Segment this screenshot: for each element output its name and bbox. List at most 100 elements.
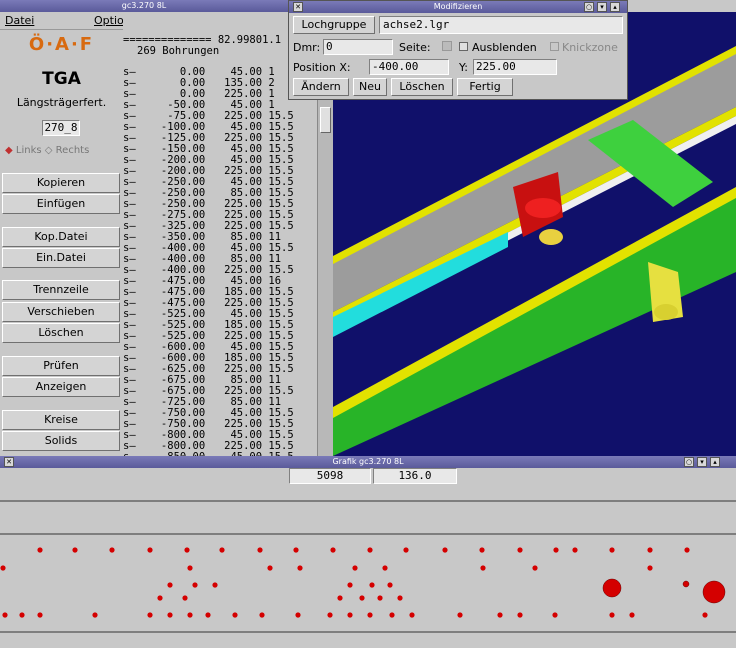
- hole-mark: [167, 612, 173, 618]
- radio-links-icon[interactable]: ◆: [5, 145, 13, 156]
- hole-mark: [187, 612, 193, 618]
- dialog-loeschen-button[interactable]: Löschen: [391, 78, 453, 96]
- hole-mark: [497, 612, 503, 618]
- hole-mark: [517, 612, 523, 618]
- bohrungen-list[interactable]: s— 0.00 45.00 1 s— 0.00 135.00 2 s— 0.00 2…: [123, 67, 294, 457]
- pruefen-button[interactable]: Prüfen: [2, 356, 120, 376]
- part-field[interactable]: 270_8: [42, 120, 80, 136]
- hole-mark: [295, 612, 301, 618]
- position-x-field[interactable]: -400.00: [369, 59, 449, 75]
- graph-maximize-icon[interactable]: ▴: [710, 457, 720, 467]
- large-hole-mark: [682, 580, 690, 588]
- graph-iconify-icon[interactable]: ○: [684, 457, 694, 467]
- hole-mark: [257, 547, 263, 553]
- ausblenden-label: Ausblenden: [472, 41, 537, 54]
- left-window-titlebar: gc3.270 8L: [0, 0, 288, 12]
- hole-mark: [702, 612, 708, 618]
- hole-plot[interactable]: [0, 486, 736, 646]
- loeschen-button[interactable]: Löschen: [2, 323, 120, 343]
- dialog-close-icon[interactable]: ✕: [293, 2, 303, 12]
- radio-rechts-icon[interactable]: ◇: [45, 145, 53, 156]
- hole-mark: [330, 547, 336, 553]
- hole-mark: [367, 547, 373, 553]
- kopieren-button[interactable]: Kopieren: [2, 173, 120, 193]
- hole-mark: [352, 565, 358, 571]
- kop-datei-button[interactable]: Kop.Datei: [2, 227, 120, 247]
- hole-mark: [377, 595, 383, 601]
- graph-menu-icon[interactable]: ▾: [697, 457, 707, 467]
- left-window-title: gc3.270 8L: [121, 1, 167, 10]
- radio-links-label[interactable]: Links: [16, 145, 42, 156]
- large-hole-mark: [602, 578, 622, 598]
- model-label: TGA: [42, 69, 81, 89]
- hole-mark: [92, 612, 98, 618]
- hole-mark: [382, 565, 388, 571]
- position-y-field[interactable]: 225.00: [473, 59, 557, 75]
- hole-mark: [337, 595, 343, 601]
- radio-rechts-label[interactable]: Rechts: [56, 145, 90, 156]
- hole-mark: [327, 612, 333, 618]
- ein-datei-button[interactable]: Ein.Datei: [2, 248, 120, 268]
- ausblenden-checkbox[interactable]: [459, 42, 468, 51]
- hole-mark: [212, 582, 218, 588]
- hole-mark: [479, 547, 485, 553]
- hole-mark: [0, 565, 6, 571]
- anzeigen-button[interactable]: Anzeigen: [2, 377, 120, 397]
- subtitle-label: Längsträgerfert.: [16, 96, 107, 109]
- hole-mark: [205, 612, 211, 618]
- hole-mark: [387, 582, 393, 588]
- hole-mark: [147, 612, 153, 618]
- graph-title: Grafik gc3.270 8L: [332, 457, 404, 466]
- hole-mark: [192, 582, 198, 588]
- hole-mark: [184, 547, 190, 553]
- hole-mark: [442, 547, 448, 553]
- hole-mark: [572, 547, 578, 553]
- hole-mark: [553, 547, 559, 553]
- hole-mark: [367, 612, 373, 618]
- seite-label: Seite:: [399, 41, 431, 54]
- large-hole-mark: [702, 580, 726, 604]
- hole-mark: [157, 595, 163, 601]
- hole-mark: [517, 547, 523, 553]
- hole-mark: [147, 547, 153, 553]
- hole-mark: [532, 565, 538, 571]
- seite-checkbox[interactable]: [442, 41, 452, 51]
- graph-close-icon[interactable]: ✕: [4, 457, 14, 467]
- hole-mark: [609, 547, 615, 553]
- hole-mark: [369, 582, 375, 588]
- hole-mark: [403, 547, 409, 553]
- dialog-title: Modifizieren: [433, 2, 483, 11]
- hole-mark: [259, 612, 265, 618]
- trennzeile-button[interactable]: Trennzeile: [2, 280, 120, 300]
- verschieben-button[interactable]: Verschieben: [2, 302, 120, 322]
- hole-mark: [609, 612, 615, 618]
- hole-mark: [297, 565, 303, 571]
- knickzone-checkbox[interactable]: [550, 42, 559, 51]
- hole-mark: [409, 612, 415, 618]
- hole-mark: [37, 547, 43, 553]
- dmr-label: Dmr:: [293, 41, 321, 54]
- dialog-iconify-icon[interactable]: ○: [584, 2, 594, 12]
- dialog-maximize-icon[interactable]: ▴: [610, 2, 620, 12]
- fertig-button[interactable]: Fertig: [457, 78, 513, 96]
- hole-mark: [19, 612, 25, 618]
- hole-mark: [552, 612, 558, 618]
- hole-mark: [347, 612, 353, 618]
- kreise-button[interactable]: Kreise: [2, 410, 120, 430]
- hole-mark: [347, 582, 353, 588]
- hole-mark: [232, 612, 238, 618]
- neu-button[interactable]: Neu: [353, 78, 387, 96]
- einfuegen-button[interactable]: Einfügen: [2, 194, 120, 214]
- scrollbar-thumb[interactable]: [320, 107, 331, 133]
- aendern-button[interactable]: Ändern: [293, 78, 349, 96]
- lochgruppe-file-field[interactable]: achse2.lgr: [379, 16, 623, 34]
- hole-mark: [293, 547, 299, 553]
- graph-area[interactable]: 5098 136.0: [0, 468, 736, 648]
- hole-mark: [359, 595, 365, 601]
- lochgruppe-button[interactable]: Lochgruppe: [293, 16, 375, 34]
- dmr-field[interactable]: 0: [323, 39, 393, 55]
- solids-button[interactable]: Solids: [2, 431, 120, 451]
- dialog-menu-icon[interactable]: ▾: [597, 2, 607, 12]
- menu-datei[interactable]: Datei: [5, 14, 34, 27]
- graph-titlebar: Grafik gc3.270 8L: [0, 456, 736, 468]
